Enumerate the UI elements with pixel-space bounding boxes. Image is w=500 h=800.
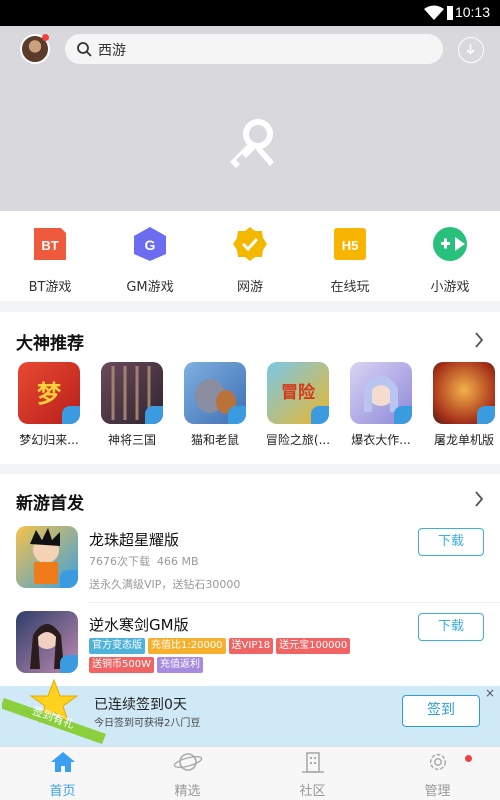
bottom-nav: 首页 精选 社区 管理 [0,746,500,800]
notification-dot [465,755,472,762]
key-badge-icon [62,406,80,424]
key-badge-icon [394,406,412,424]
key-badge-icon [60,570,78,588]
download-count: 7676次下载 [89,555,150,568]
game-icon[interactable] [16,526,78,588]
game-icon: 冒险 [267,362,329,424]
wifi-icon [424,5,444,20]
game-card[interactable]: 梦 梦幻归来... [9,362,89,448]
category-bt-games[interactable]: BT BT游戏 [0,225,100,295]
game-card[interactable]: 屠龙单机版 [424,362,500,448]
category-mini-games[interactable]: 小游戏 [400,225,500,295]
divider [89,602,500,603]
gm-icon: G [134,227,166,261]
game-name[interactable]: 龙珠超星耀版 [89,529,179,550]
game-card[interactable]: 冒险 冒险之旅(... [258,362,338,448]
game-card[interactable]: 猫和老鼠 [175,362,255,448]
game-name[interactable]: 逆水寒剑GM版 [89,614,189,635]
category-online-games[interactable]: 网游 [200,225,300,295]
chevron-right-icon[interactable] [474,491,484,507]
category-gm-games[interactable]: G GM游戏 [100,225,200,295]
category-label: BT游戏 [28,280,72,295]
check-badge-icon [233,227,267,261]
close-icon[interactable]: × [485,686,495,700]
search-input[interactable]: 西游 [98,40,126,60]
section-title: 大神推荐 [16,334,84,354]
category-label: 在线玩 [330,280,370,295]
bt-icon: BT [34,228,66,260]
game-card[interactable]: 爆衣大作... [341,362,421,448]
gear-icon [429,753,446,771]
battery-icon [447,6,453,20]
game-icon[interactable] [16,611,78,673]
game-label: 猫和老鼠 [190,433,239,447]
status-bar: 10:13 [0,0,500,26]
new-games-section: 新游首发 龙珠超星耀版 7676次下载 466 MB 送永久满级VIP，送钻石3… [0,474,500,694]
download-button[interactable]: 下载 [418,613,484,641]
nav-featured[interactable]: 精选 [125,751,250,799]
key-badge-icon [228,406,246,424]
chevron-right-icon[interactable] [474,332,484,348]
game-label: 神将三国 [107,433,156,447]
tag: 送VIP18 [228,638,274,654]
game-label: 爆衣大作... [351,433,411,447]
key-badge-icon [477,406,495,424]
h5-icon: H5 [334,228,366,260]
category-h5-games[interactable]: H5 在线玩 [300,225,400,295]
planet-icon [173,753,202,771]
key-badge-icon [60,655,78,673]
game-icon [101,362,163,424]
category-row: BT BT游戏 G GM游戏 网游 H5 在线玩 小游戏 [0,211,500,301]
status-time: 10:13 [454,4,490,20]
svg-text:梦: 梦 [37,380,62,408]
game-label: 梦幻归来... [19,433,79,447]
download-icon [466,44,475,55]
nav-label: 首页 [49,784,76,799]
svg-text:BT: BT [41,238,58,253]
home-icon [50,752,75,772]
tag: 充值返利 [156,657,203,673]
game-icon [184,362,246,424]
category-label: 小游戏 [430,280,470,295]
search-icon [77,42,92,57]
game-icon: 梦 [18,362,80,424]
file-size: 466 MB [157,555,199,568]
tag: 官方变态版 [89,638,145,654]
game-desc: 送永久满级VIP，送钻石30000 [89,578,241,591]
nav-community[interactable]: 社区 [250,751,375,799]
tag-list: 官方变态版 充值比1:20000 送VIP18 送元宝100000 送铜币500… [89,638,409,673]
category-label: GM游戏 [126,280,174,295]
nav-home[interactable]: 首页 [0,751,125,799]
tag: 送铜币500W [89,657,154,673]
nav-label: 精选 [174,784,201,799]
game-icon [350,362,412,424]
game-meta: 7676次下载 466 MB [89,553,199,569]
tag: 充值比1:20000 [148,638,226,654]
notification-dot [42,34,49,41]
nav-manage[interactable]: 管理 [375,751,500,799]
recommend-section: 大神推荐 梦 梦幻归来... 神将三国 猫和老鼠 冒险 冒险之旅(... 爆衣大… [0,312,500,464]
key-wrench-icon [230,119,274,168]
game-label: 屠龙单机版 [433,433,494,447]
key-badge-icon [145,406,163,424]
tag: 送元宝100000 [276,638,351,654]
category-label: 网游 [236,280,263,295]
game-label: 冒险之旅(... [265,433,331,447]
nav-label: 管理 [424,784,451,799]
svg-text:冒险: 冒险 [281,382,316,403]
svg-text:G: G [145,237,156,253]
nav-label: 社区 [299,784,326,799]
game-icon [433,362,495,424]
signin-button[interactable]: 签到 [402,695,480,727]
game-card[interactable]: 神将三国 [92,362,172,448]
key-badge-icon [311,406,329,424]
signin-ribbon: 签到有礼 [2,678,106,744]
download-button[interactable]: 下载 [418,528,484,556]
section-title: 新游首发 [16,494,84,514]
download-button[interactable] [458,37,484,63]
svg-text:H5: H5 [342,238,359,253]
gamepad-icon [433,227,467,261]
search-bar[interactable]: 西游 [65,34,443,64]
building-icon [301,752,324,773]
